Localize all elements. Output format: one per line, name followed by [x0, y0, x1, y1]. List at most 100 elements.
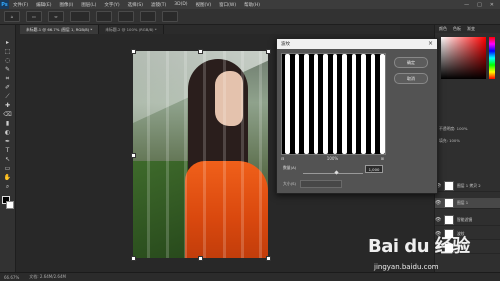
watermark-url: jingyan.baidu.com: [374, 263, 439, 271]
opacity-row[interactable]: 不透明度: 100%: [439, 125, 497, 132]
menu-image[interactable]: 图像(I): [55, 2, 77, 8]
document-tabs: 未标题-1 @ 66.7% (图层 1, RGB/8) * 未标题-2 @ 10…: [20, 25, 400, 34]
ripple-streak: [184, 51, 187, 258]
pen-tool-icon[interactable]: ✒: [2, 138, 13, 146]
eyedropper-icon[interactable]: ✐: [2, 84, 13, 92]
healing-brush-icon[interactable]: ⟋: [2, 93, 13, 101]
transform-handle[interactable]: [198, 256, 203, 261]
dialog-title: 波纹: [281, 42, 290, 47]
menu-filter[interactable]: 滤镜(T): [147, 2, 170, 8]
menu-select[interactable]: 选择(S): [124, 2, 147, 8]
ok-button[interactable]: 确定: [394, 57, 428, 68]
size-label: 大小(S): [283, 181, 296, 186]
transform-handle[interactable]: [198, 49, 203, 54]
eye-icon[interactable]: 👁: [435, 200, 441, 206]
align-right-icon[interactable]: [162, 11, 178, 22]
size-select[interactable]: [299, 180, 342, 188]
zoom-tool-icon[interactable]: ⌕: [2, 183, 13, 191]
transform-handle[interactable]: [131, 49, 136, 54]
path-select-icon[interactable]: ↖: [2, 156, 13, 164]
document-canvas[interactable]: [133, 51, 268, 258]
preview-ripple-stripe: [370, 54, 375, 154]
size-control: 大小(S): [283, 180, 393, 188]
menu-help[interactable]: 帮助(H): [240, 2, 264, 8]
eraser-tool-icon[interactable]: ⌫: [2, 111, 13, 119]
photo-face: [215, 71, 243, 126]
layer-item[interactable]: 👁 图层 1: [435, 198, 500, 209]
menu-type[interactable]: 文字(Y): [100, 2, 123, 8]
transform-handle[interactable]: [131, 153, 136, 158]
align-center-icon[interactable]: [140, 11, 156, 22]
transform-handle[interactable]: [266, 256, 271, 261]
menu-3d[interactable]: 3D(D): [170, 2, 191, 7]
color-picker-field[interactable]: [441, 37, 486, 79]
color-panel-tabs: 颜色 色板 渐变: [435, 25, 500, 33]
transform-handle[interactable]: [266, 49, 271, 54]
eye-icon[interactable]: 👁: [435, 217, 441, 223]
transform-icon[interactable]: ⇔: [48, 11, 64, 22]
photoshop-logo: Ps: [0, 0, 9, 9]
watermark-brand: Bai du 经验: [368, 236, 470, 257]
fill-row[interactable]: 填充: 100%: [439, 137, 497, 144]
maximize-icon[interactable]: □: [477, 2, 482, 8]
close-icon[interactable]: ✕: [490, 2, 494, 8]
dialog-title-bar[interactable]: 波纹 ×: [277, 39, 437, 49]
layer-item[interactable]: 👁 智能滤镜: [435, 215, 500, 226]
cancel-button[interactable]: 取消: [394, 73, 428, 84]
filter-preview[interactable]: [281, 53, 386, 155]
tab-swatches[interactable]: 色板: [453, 26, 461, 32]
home-icon[interactable]: ⌂: [4, 11, 20, 22]
menu-window[interactable]: 窗口(W): [215, 2, 240, 8]
quick-select-icon[interactable]: ✎: [2, 66, 13, 74]
menu-bar: Ps 文件(F) 编辑(E) 图像(I) 图层(L) 文字(Y) 选择(S) 滤…: [0, 0, 500, 9]
hand-tool-icon[interactable]: ✋: [2, 174, 13, 182]
zoom-level[interactable]: 66.67%: [4, 275, 19, 280]
option-dropdown[interactable]: [70, 11, 90, 22]
move-tool-icon[interactable]: ▸: [2, 39, 13, 47]
minimize-icon[interactable]: —: [464, 2, 469, 8]
photo-foliage: [133, 161, 188, 258]
brush-tool-icon[interactable]: ✚: [2, 102, 13, 110]
dodge-tool-icon[interactable]: ◐: [2, 129, 13, 137]
amount-slider-track[interactable]: [303, 173, 363, 174]
menu-edit[interactable]: 编辑(E): [32, 2, 55, 8]
color-swatches[interactable]: [1, 196, 14, 209]
hue-slider[interactable]: [489, 37, 495, 79]
close-icon[interactable]: ×: [428, 40, 433, 47]
zoom-in-icon[interactable]: ⊞: [381, 156, 384, 161]
ripple-streak: [147, 51, 150, 258]
preview-ripple-stripe: [323, 54, 328, 154]
layer-thumbnail: [444, 198, 454, 208]
layer-item[interactable]: 👁 图层 1 拷贝 2: [435, 181, 500, 192]
amount-input[interactable]: 1,000: [365, 165, 383, 173]
preview-ripple-stripe: [332, 54, 337, 154]
ripple-streak: [166, 51, 169, 258]
tab-gradients[interactable]: 渐变: [467, 26, 475, 32]
menu-view[interactable]: 视图(V): [192, 2, 216, 8]
tab-document-2[interactable]: 未标题-2 @ 100% (RGB/8) *: [99, 25, 164, 34]
layer-thumbnail: [444, 215, 454, 225]
tab-document-1[interactable]: 未标题-1 @ 66.7% (图层 1, RGB/8) *: [20, 25, 100, 34]
preview-ripple-stripe: [361, 54, 366, 154]
tool-preset-icon[interactable]: ▭: [26, 11, 42, 22]
tab-color[interactable]: 颜色: [439, 26, 447, 32]
amount-control: 数量(A) 1,000: [283, 165, 393, 175]
transform-handle[interactable]: [131, 256, 136, 261]
type-tool-icon[interactable]: T: [2, 147, 13, 155]
menu-layer[interactable]: 图层(L): [77, 2, 100, 8]
gradient-tool-icon[interactable]: ▮: [2, 120, 13, 128]
preview-ripple-stripe: [294, 54, 299, 154]
shape-tool-icon[interactable]: ▭: [2, 165, 13, 173]
preview-ripple-stripe: [313, 54, 318, 154]
align-left-icon[interactable]: [118, 11, 134, 22]
option-checkbox[interactable]: [96, 11, 112, 22]
background-color-swatch[interactable]: [5, 201, 14, 209]
layer-name: 图层 1 拷贝 2: [457, 183, 481, 188]
crop-tool-icon[interactable]: ⌗: [2, 75, 13, 83]
zoom-out-icon[interactable]: ⊟: [281, 156, 284, 161]
menu-file[interactable]: 文件(F): [9, 2, 32, 8]
watermark: Bai du 经验 jingyan.baidu.com: [368, 232, 494, 276]
layer-name: 图层 1: [457, 200, 469, 205]
lasso-tool-icon[interactable]: ◌: [2, 57, 13, 65]
marquee-tool-icon[interactable]: ⬚: [2, 48, 13, 56]
